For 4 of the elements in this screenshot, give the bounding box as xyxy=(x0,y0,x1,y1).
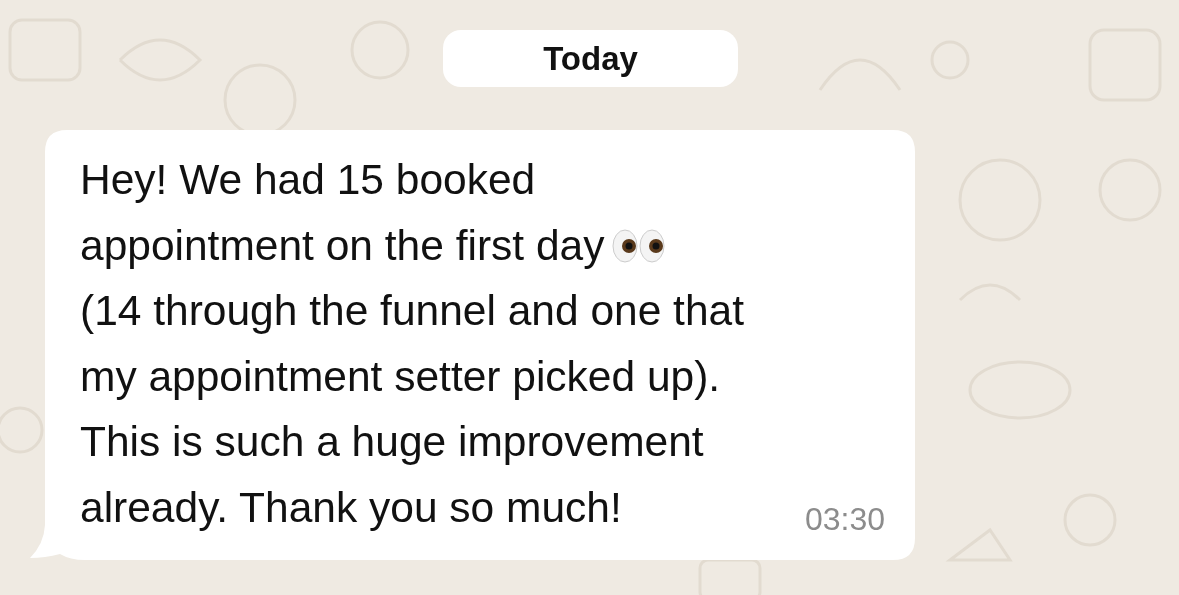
date-divider: Today xyxy=(443,30,738,87)
message-time: 03:30 xyxy=(804,501,885,538)
eyes-icon xyxy=(610,227,667,264)
message-text: Hey! We had 15 booked appointment on the first day (14 through the funnel and one that my appointment setter picked up). This is such a huge improvement already. Thank you so much! xyxy=(80,155,744,533)
